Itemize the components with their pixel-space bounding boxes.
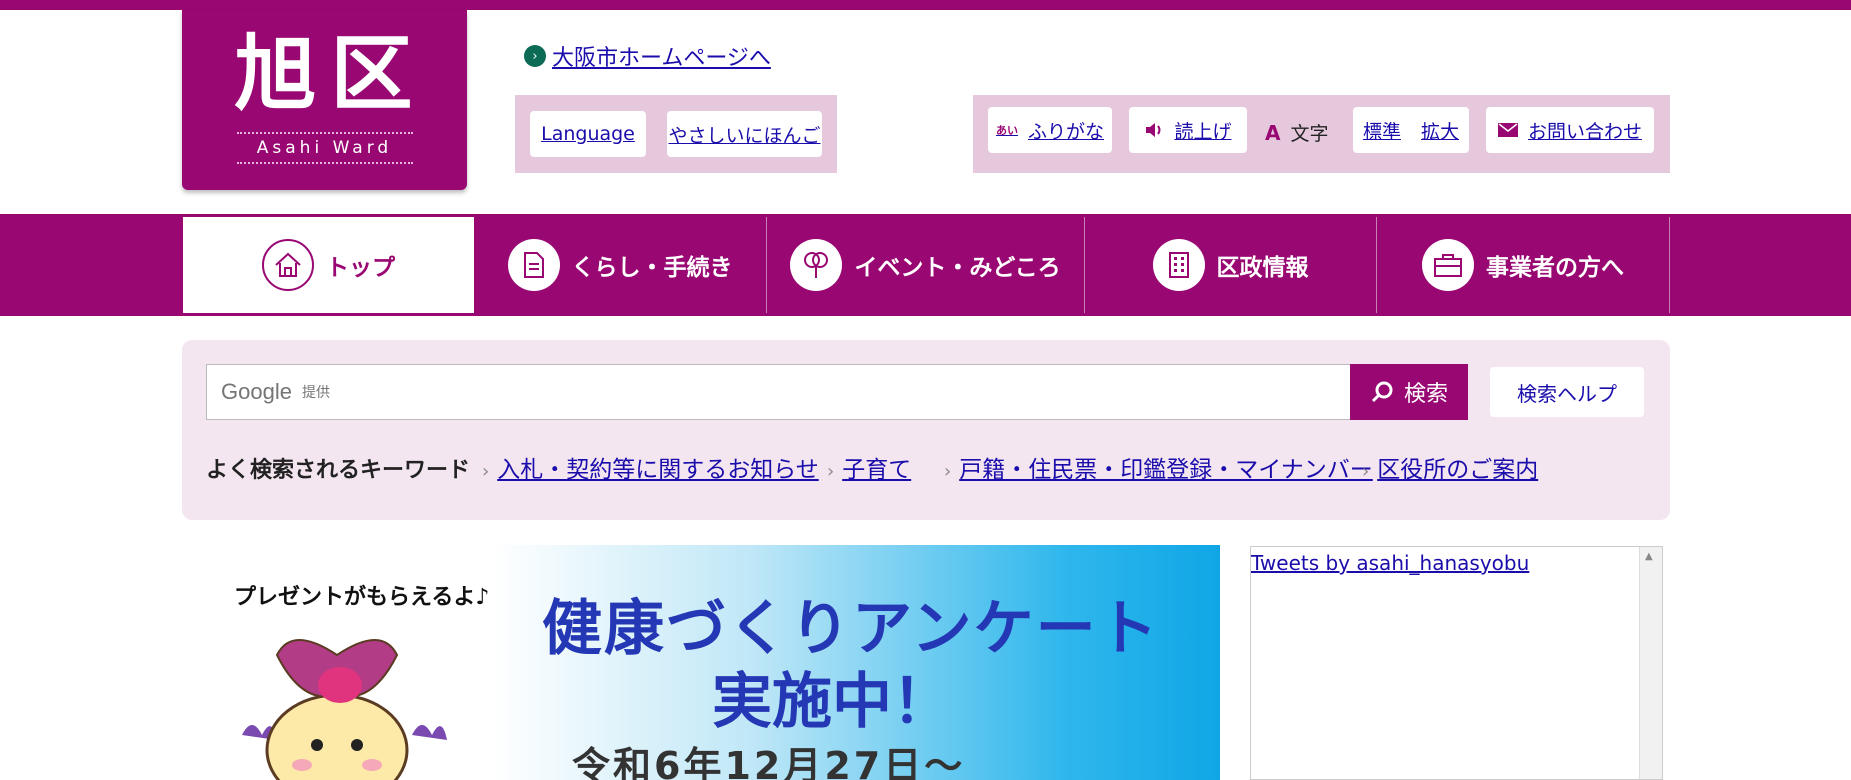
building-icon xyxy=(1152,239,1205,291)
mail-icon xyxy=(1497,123,1518,137)
mascot-image xyxy=(222,615,452,780)
nav-item-ward-info[interactable]: 区政情報 xyxy=(1085,217,1377,313)
text-size-buttons: 標準 拡大 xyxy=(1353,107,1469,153)
nav-item-events[interactable]: イベント・みどころ xyxy=(767,217,1085,313)
furigana-label: ふりがな xyxy=(1027,120,1104,143)
speaker-icon xyxy=(1144,121,1164,139)
nav-item-label: 事業者の方へ xyxy=(1486,255,1624,281)
google-provided-label: 提供 xyxy=(301,385,330,401)
chevron-right-icon: › xyxy=(1362,461,1370,482)
search-button-label: 検索 xyxy=(1403,382,1448,407)
language-box: Language やさしいにほんご xyxy=(515,95,837,173)
google-brand: Google xyxy=(221,379,292,404)
text-size-label-group: A 文字 xyxy=(1265,119,1329,146)
search-help-button[interactable]: 検索ヘルプ xyxy=(1490,367,1644,417)
site-logo[interactable]: 旭区 Asahi Ward xyxy=(182,10,467,190)
twitter-scrollbar[interactable]: ▲ xyxy=(1639,547,1662,779)
balloon-icon xyxy=(790,239,843,291)
furigana-icon: あい xyxy=(995,124,1018,137)
text-size-large-button[interactable]: 拡大 xyxy=(1421,117,1459,144)
contact-label: お問い合わせ xyxy=(1527,120,1642,143)
nav-item-top[interactable]: トップ xyxy=(183,217,474,313)
text-size-standard-button[interactable]: 標準 xyxy=(1363,117,1401,144)
easy-japanese-button[interactable]: やさしいにほんご xyxy=(667,111,822,157)
text-size-icon: A xyxy=(1265,120,1281,145)
chevron-right-icon: › xyxy=(944,461,952,482)
banner-title-line2: 実施中！ xyxy=(712,667,952,737)
nav-item-label: くらし・手続き xyxy=(571,255,733,281)
scroll-up-icon[interactable]: ▲ xyxy=(1645,551,1653,562)
document-icon xyxy=(507,239,560,291)
search-input[interactable]: Google 提供 xyxy=(206,364,1352,420)
twitter-timeline: Tweets by asahi_hanasyobu ▲ xyxy=(1250,546,1663,780)
furigana-button[interactable]: あい ふりがな xyxy=(988,107,1112,153)
logo-english: Asahi Ward xyxy=(236,132,413,164)
accessibility-toolbox: あい ふりがな 読上げ A 文字 標準 拡大 お問い合わせ xyxy=(973,95,1670,173)
nav-item-label: イベント・みどころ xyxy=(854,255,1061,281)
keyword-link[interactable]: › 子育て xyxy=(827,450,911,484)
keyword-link[interactable]: › 区役所のご案内 xyxy=(1362,450,1538,484)
home-icon xyxy=(262,239,314,291)
chevron-right-icon: › xyxy=(827,461,835,482)
logo-japanese: 旭区 xyxy=(234,27,427,122)
twitter-timeline-link[interactable]: Tweets by asahi_hanasyobu xyxy=(1251,551,1529,575)
search-panel: Google 提供 検索 検索ヘルプ よく検索されるキーワード › 入札・契約等に… xyxy=(182,340,1670,520)
briefcase-icon xyxy=(1422,239,1474,291)
banner-date: 令和6年12月27日～ xyxy=(572,744,966,780)
contact-button[interactable]: お問い合わせ xyxy=(1486,107,1654,153)
keyword-link[interactable]: › 戸籍・住民票・印鑑登録・マイナンバー xyxy=(944,450,1373,484)
nav-item-business[interactable]: 事業者の方へ xyxy=(1377,217,1670,313)
keyword-link[interactable]: › 入札・契約等に関するお知らせ xyxy=(482,450,819,484)
nav-item-label: 区政情報 xyxy=(1216,255,1309,281)
keywords-label: よく検索されるキーワード xyxy=(206,458,471,483)
osaka-home-link[interactable]: › 大阪市ホームページへ xyxy=(524,40,771,72)
banner-present-text: プレゼントがもらえるよ♪ xyxy=(234,585,490,610)
language-button[interactable]: Language xyxy=(530,111,646,157)
global-nav: トップ くらし・手続き イベント・みどころ 区政情報 事業者の方へ xyxy=(0,214,1851,316)
chevron-right-icon: › xyxy=(482,461,490,482)
search-button[interactable]: 検索 xyxy=(1350,364,1468,420)
nav-item-label: トップ xyxy=(326,255,395,281)
text-size-label: 文字 xyxy=(1290,123,1329,145)
nav-item-living[interactable]: くらし・手続き xyxy=(474,217,767,313)
top-accent-bar xyxy=(0,0,1851,10)
read-aloud-label: 読上げ xyxy=(1174,120,1232,143)
chevron-right-icon: › xyxy=(524,45,546,67)
search-icon xyxy=(1370,380,1394,404)
feature-banner[interactable]: プレゼントがもらえるよ♪ 健康づくりアンケート 実施中！ 令和6年12月27日～ xyxy=(182,545,1220,780)
osaka-home-link-text[interactable]: 大阪市ホームページへ xyxy=(552,40,771,72)
read-aloud-button[interactable]: 読上げ xyxy=(1129,107,1247,153)
